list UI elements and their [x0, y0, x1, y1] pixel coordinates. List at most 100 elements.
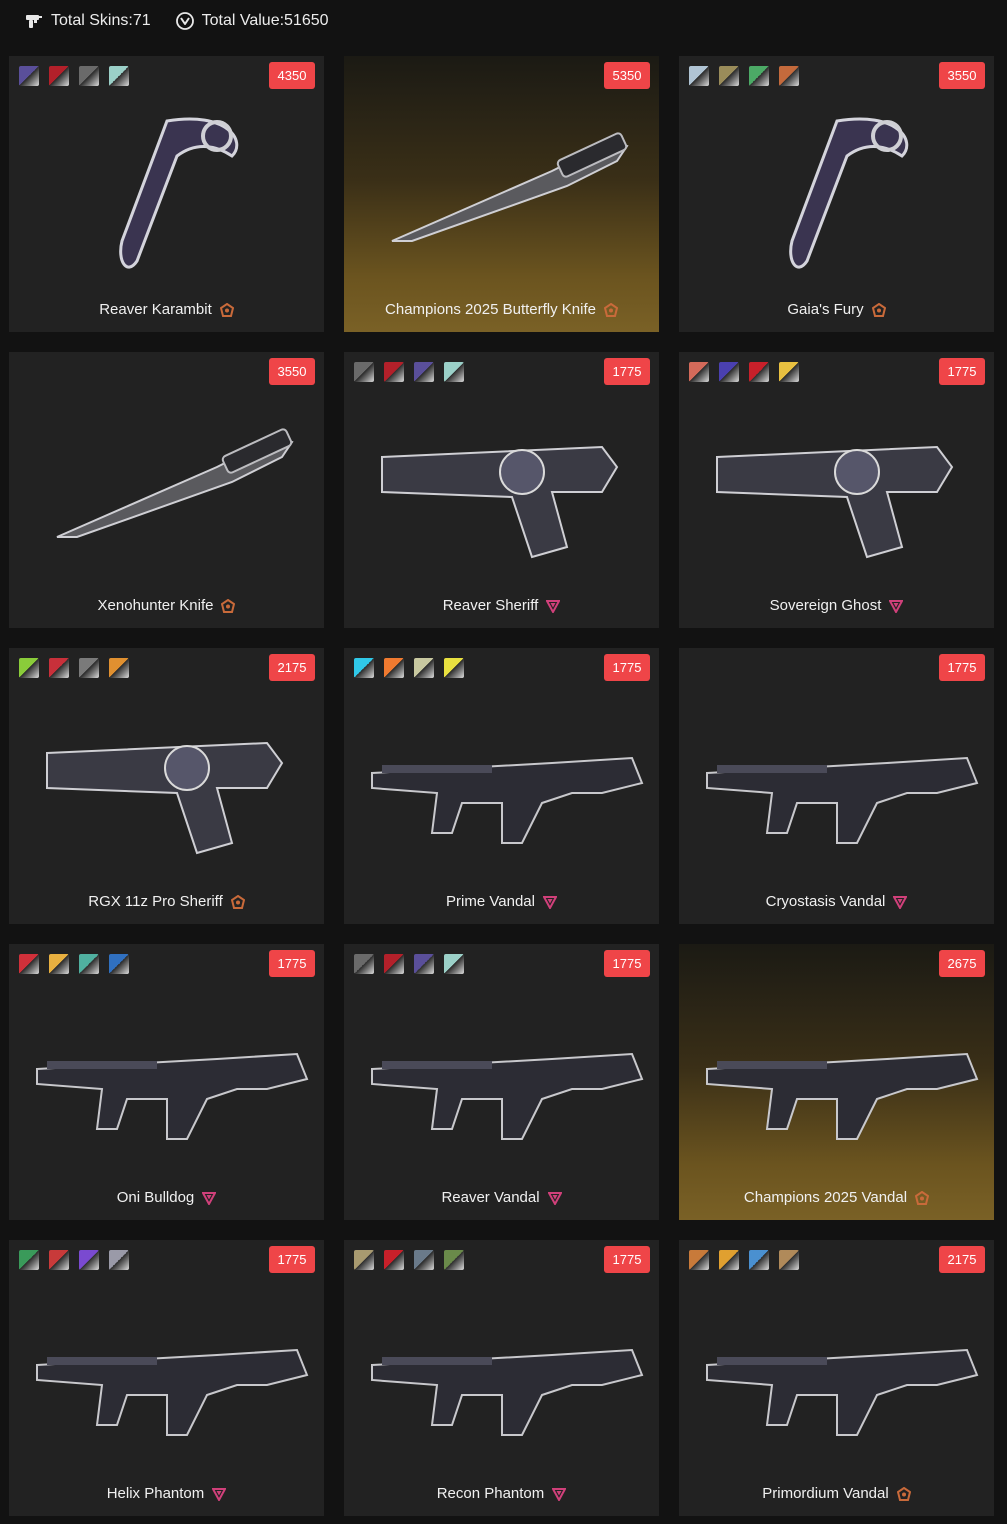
- skin-image: [344, 96, 659, 286]
- chroma-swatch[interactable]: [384, 954, 404, 974]
- chroma-swatch[interactable]: [79, 1250, 99, 1270]
- skin-card[interactable]: 4350 Reaver Karambit: [9, 56, 324, 332]
- chroma-swatch[interactable]: [719, 362, 739, 382]
- chroma-swatch[interactable]: [779, 1250, 799, 1270]
- skin-name: Reaver Karambit: [99, 301, 212, 318]
- chroma-swatch[interactable]: [779, 362, 799, 382]
- chroma-swatch[interactable]: [414, 1250, 434, 1270]
- chroma-swatch[interactable]: [719, 1250, 739, 1270]
- skin-card[interactable]: 1775 Oni Bulldog: [9, 944, 324, 1220]
- weapon-silhouette: [705, 1052, 978, 1140]
- chroma-swatch[interactable]: [354, 362, 374, 382]
- skin-card[interactable]: 2175 Primordium Vandal: [679, 1240, 994, 1516]
- weapon-silhouette: [391, 132, 629, 242]
- chroma-swatch[interactable]: [109, 658, 129, 678]
- chroma-swatch[interactable]: [444, 954, 464, 974]
- skin-card[interactable]: 2175 RGX 11z Pro Sheriff: [9, 648, 324, 924]
- chroma-swatches: [354, 954, 464, 974]
- skin-name-row: Recon Phantom: [344, 1485, 659, 1502]
- chroma-swatch[interactable]: [49, 954, 69, 974]
- skin-card[interactable]: 1775 Recon Phantom: [344, 1240, 659, 1516]
- chroma-swatch[interactable]: [49, 658, 69, 678]
- skin-name: Reaver Sheriff: [442, 597, 539, 614]
- weapon-silhouette: [370, 1348, 643, 1436]
- skin-name-row: Prime Vandal: [344, 893, 659, 910]
- chroma-swatch[interactable]: [19, 658, 39, 678]
- chroma-swatch[interactable]: [79, 658, 99, 678]
- skin-card[interactable]: 1775 Reaver Vandal: [344, 944, 659, 1220]
- skin-name: Oni Bulldog: [116, 1189, 195, 1206]
- weapon-silhouette: [380, 445, 618, 559]
- chroma-swatch[interactable]: [444, 658, 464, 678]
- weapon-silhouette: [705, 756, 978, 844]
- chroma-swatch[interactable]: [79, 66, 99, 86]
- premium-tier-icon: [893, 895, 908, 909]
- chroma-swatch[interactable]: [354, 1250, 374, 1270]
- price-badge: 5350: [604, 62, 650, 89]
- weapon-silhouette: [715, 445, 953, 559]
- skin-card[interactable]: 5350 Champions 2025 Butterfly Knife: [344, 56, 659, 332]
- skin-name: Helix Phantom: [106, 1485, 205, 1502]
- price-badge: 1775: [604, 358, 650, 385]
- chroma-swatch[interactable]: [384, 658, 404, 678]
- chroma-swatch[interactable]: [384, 1250, 404, 1270]
- premium-tier-icon: [546, 599, 561, 613]
- price-badge: 3550: [939, 62, 985, 89]
- premium-tier-icon: [202, 1191, 217, 1205]
- chroma-swatches: [19, 66, 129, 86]
- chroma-swatch[interactable]: [749, 1250, 769, 1270]
- chroma-swatch[interactable]: [689, 362, 709, 382]
- chroma-swatch[interactable]: [384, 362, 404, 382]
- gun-icon: [26, 15, 42, 28]
- chroma-swatch[interactable]: [109, 954, 129, 974]
- skin-name: Sovereign Ghost: [769, 597, 882, 614]
- skin-card[interactable]: 1775 Sovereign Ghost: [679, 352, 994, 628]
- chroma-swatch[interactable]: [354, 954, 374, 974]
- chroma-swatch[interactable]: [444, 362, 464, 382]
- exclusive-tier-icon: [603, 302, 618, 317]
- chroma-swatch[interactable]: [779, 66, 799, 86]
- chroma-swatch[interactable]: [109, 66, 129, 86]
- skin-image: [344, 984, 659, 1174]
- chroma-swatch[interactable]: [19, 66, 39, 86]
- exclusive-tier-icon: [221, 598, 236, 613]
- weapon-silhouette: [35, 1052, 308, 1140]
- skin-card[interactable]: 3550 Xenohunter Knife: [9, 352, 324, 628]
- chroma-swatch[interactable]: [414, 658, 434, 678]
- price-badge: 3550: [269, 358, 315, 385]
- skin-card[interactable]: 1775 Reaver Sheriff: [344, 352, 659, 628]
- skin-name: RGX 11z Pro Sheriff: [88, 893, 223, 910]
- chroma-swatches: [19, 954, 129, 974]
- chroma-swatch[interactable]: [414, 954, 434, 974]
- skin-card[interactable]: 1775 Prime Vandal: [344, 648, 659, 924]
- chroma-swatch[interactable]: [109, 1250, 129, 1270]
- skin-image: [679, 984, 994, 1174]
- chroma-swatch[interactable]: [444, 1250, 464, 1270]
- total-skins-label: Total Skins:71: [51, 12, 151, 29]
- chroma-swatch[interactable]: [689, 66, 709, 86]
- chroma-swatch[interactable]: [414, 362, 434, 382]
- skin-card[interactable]: 3550 Gaia's Fury: [679, 56, 994, 332]
- price-badge: 2175: [939, 1246, 985, 1273]
- chroma-swatch[interactable]: [749, 66, 769, 86]
- skin-card[interactable]: 2675 Champions 2025 Vandal: [679, 944, 994, 1220]
- weapon-silhouette: [370, 756, 643, 844]
- chroma-swatch[interactable]: [749, 362, 769, 382]
- chroma-swatch[interactable]: [79, 954, 99, 974]
- price-badge: 2675: [939, 950, 985, 977]
- skin-card[interactable]: 1775 Cryostasis Vandal: [679, 648, 994, 924]
- chroma-swatch[interactable]: [49, 1250, 69, 1270]
- skin-name-row: Reaver Vandal: [344, 1189, 659, 1206]
- chroma-swatches: [19, 1250, 129, 1270]
- price-badge: 1775: [604, 1246, 650, 1273]
- chroma-swatch[interactable]: [49, 66, 69, 86]
- chroma-swatch[interactable]: [19, 1250, 39, 1270]
- skin-name: Cryostasis Vandal: [765, 893, 886, 910]
- skin-card[interactable]: 1775 Helix Phantom: [9, 1240, 324, 1516]
- chroma-swatch[interactable]: [19, 954, 39, 974]
- chroma-swatch[interactable]: [689, 1250, 709, 1270]
- skin-name-row: Gaia's Fury: [679, 301, 994, 318]
- chroma-swatch[interactable]: [354, 658, 374, 678]
- chroma-swatch[interactable]: [719, 66, 739, 86]
- chroma-swatches: [354, 362, 464, 382]
